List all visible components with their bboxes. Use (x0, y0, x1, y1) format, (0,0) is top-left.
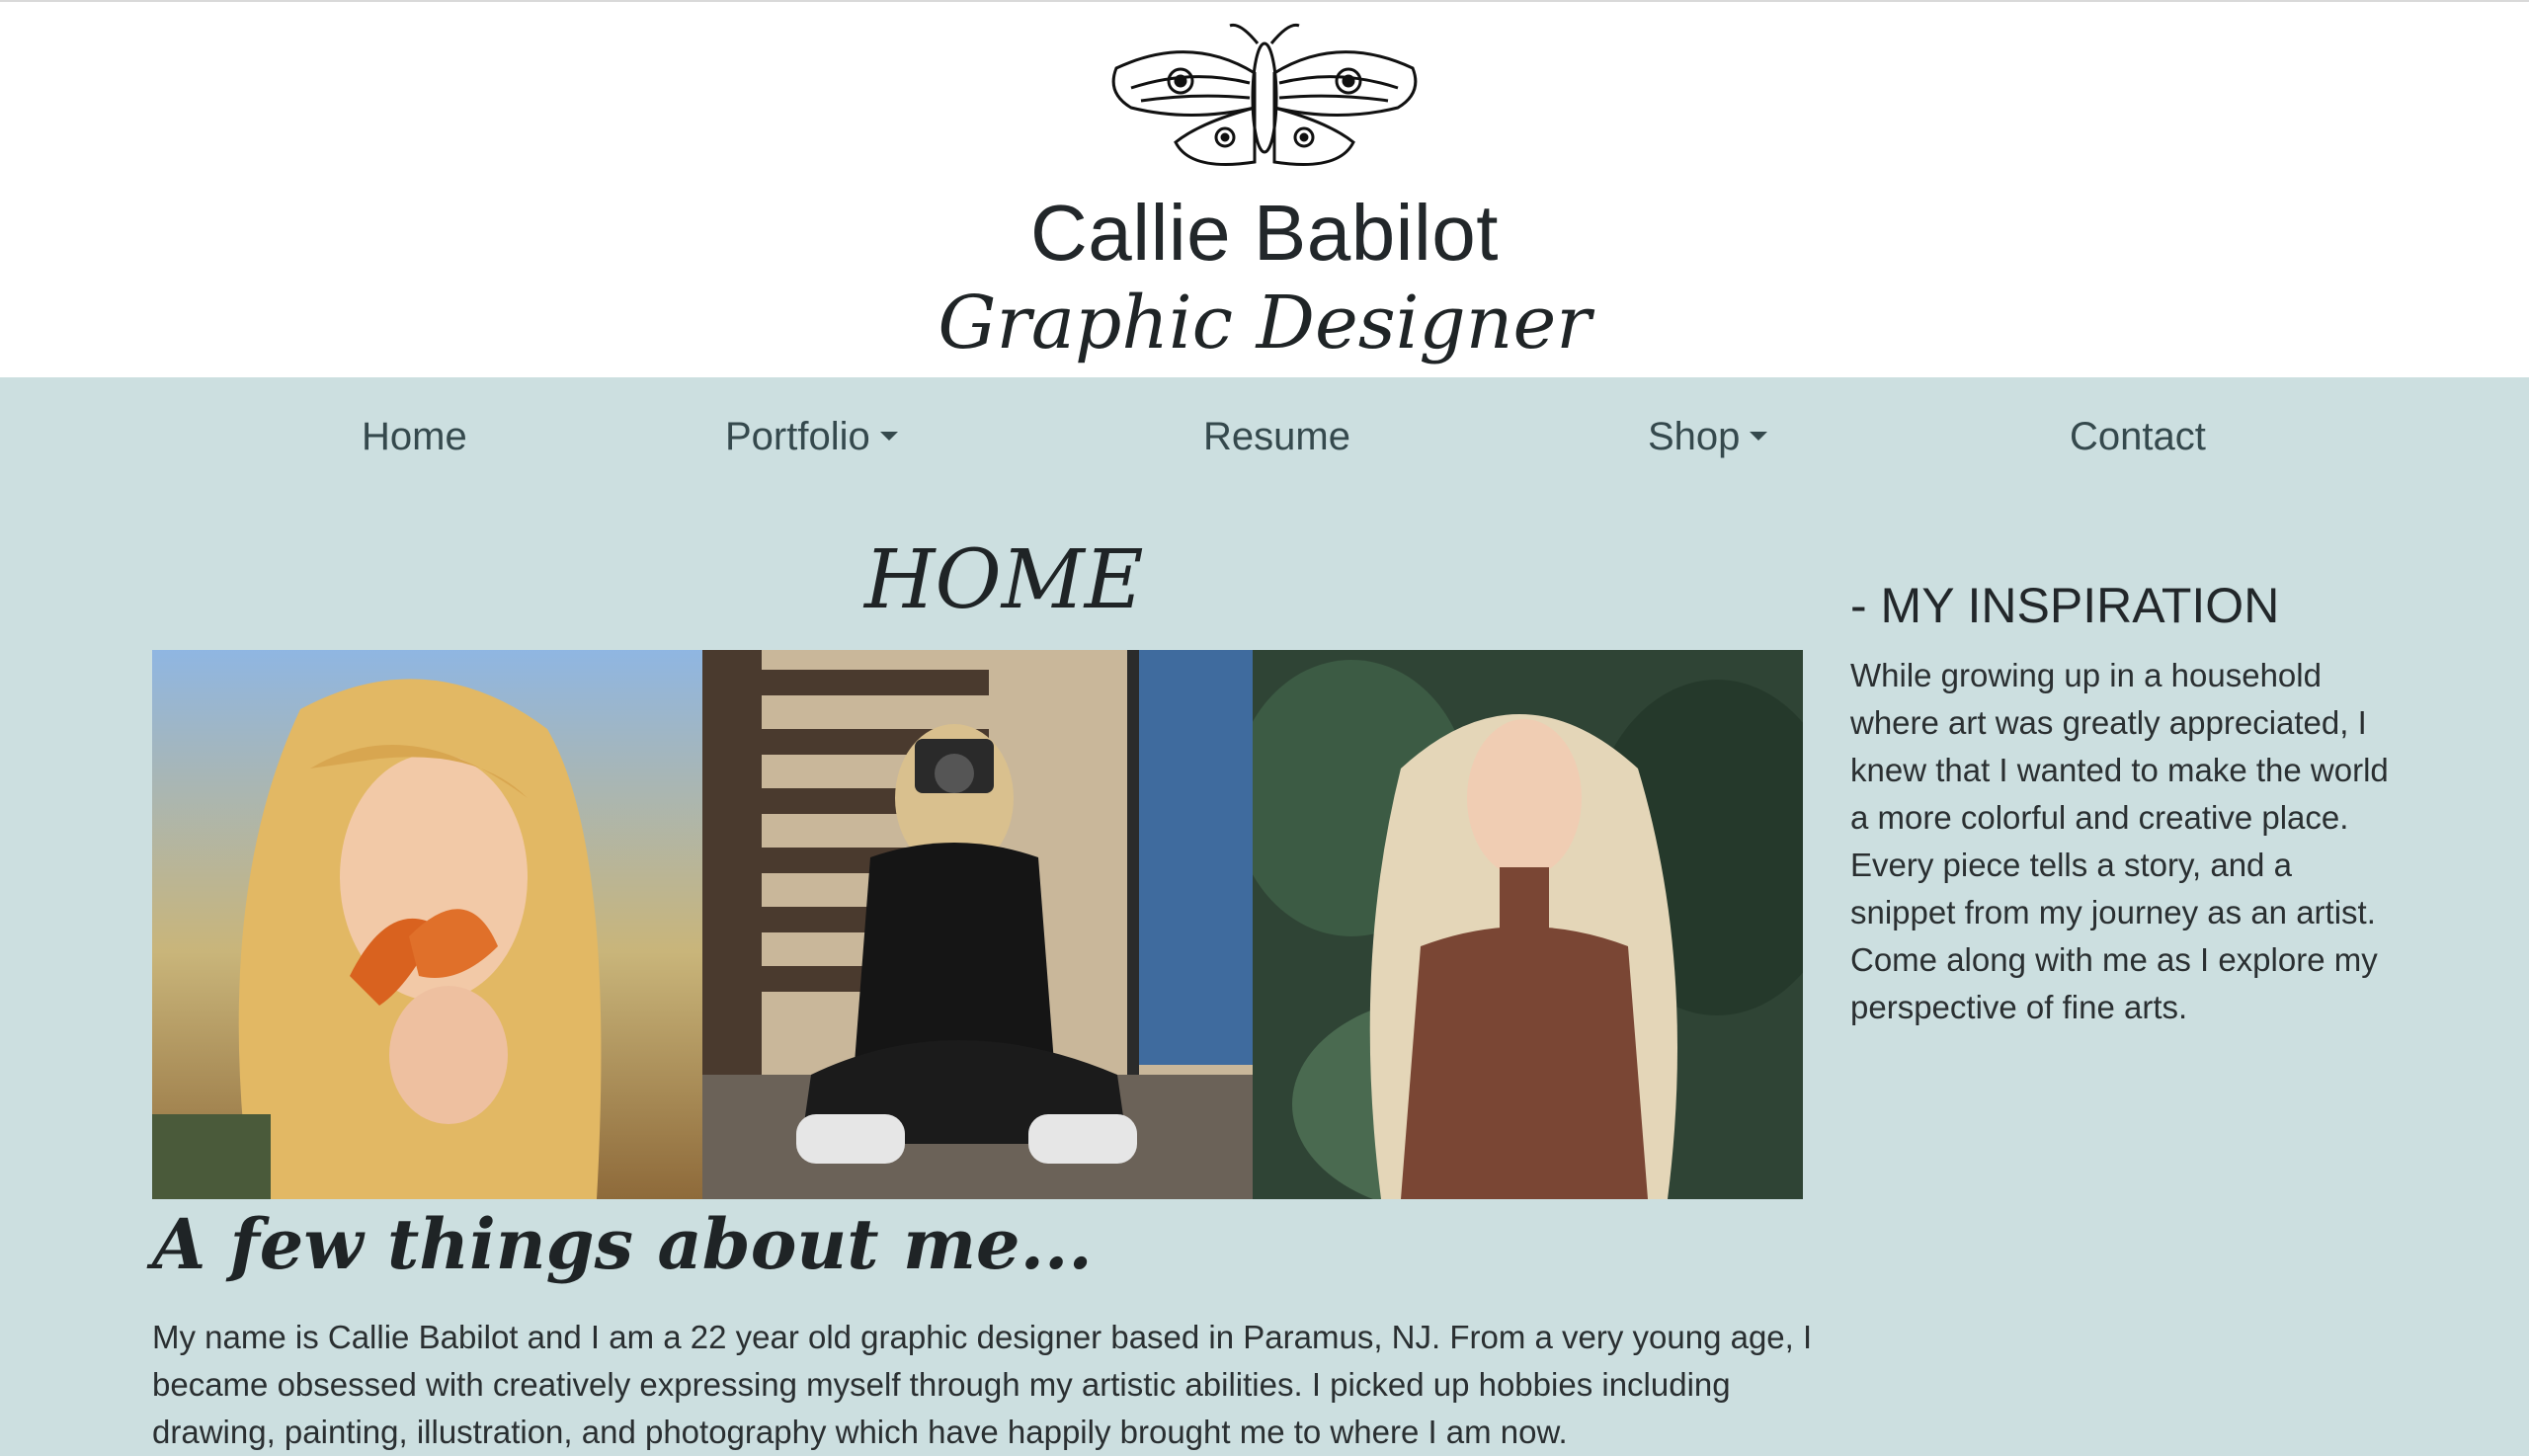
inspiration-heading: - MY INSPIRATION (1850, 578, 2280, 633)
photo-butterflies-portrait[interactable] (152, 650, 702, 1199)
chevron-down-icon (879, 431, 898, 441)
page-title: HOME (864, 533, 1144, 627)
nav-item-label: Resume (1203, 415, 1350, 458)
nav-item-shop[interactable]: Shop (1648, 415, 1768, 459)
nav-item-label: Contact (2070, 415, 2206, 458)
nav-item-label: Shop (1648, 415, 1741, 458)
main-nav: Home Portfolio Resume Shop Contact (0, 377, 2529, 504)
photo-camera-sitting[interactable] (702, 650, 1253, 1199)
nav-item-home[interactable]: Home (362, 415, 467, 459)
about-paragraph: My name is Callie Babilot and I am a 22 … (152, 1319, 1813, 1450)
chevron-down-icon (1750, 431, 1768, 441)
nav-item-portfolio[interactable]: Portfolio (725, 415, 898, 459)
nav-item-label: Home (362, 415, 467, 458)
nav-item-contact[interactable]: Contact (2070, 415, 2206, 459)
nav-item-label: Portfolio (725, 415, 870, 458)
about-heading: A few things about me... (152, 1203, 1093, 1285)
photo-forest-portrait[interactable] (1253, 650, 1803, 1199)
inspiration-paragraph: While growing up in a household where ar… (1850, 657, 2389, 1025)
nav-item-resume[interactable]: Resume (1203, 415, 1350, 459)
moth-logo-icon[interactable] (1101, 14, 1428, 172)
site-header: Callie Babilot Graphic Designer (0, 2, 2529, 377)
site-role: Graphic Designer (938, 281, 1591, 365)
photo-gallery (152, 650, 1804, 1199)
site-name: Callie Babilot (1030, 189, 1499, 277)
